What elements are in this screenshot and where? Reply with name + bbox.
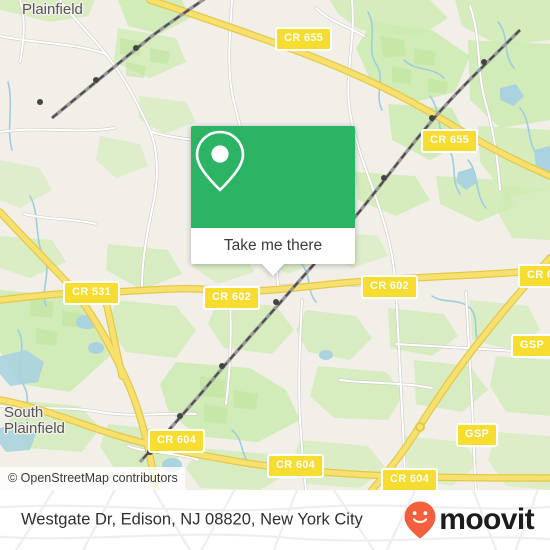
road-shield-cr602-east: CR 602 [361,275,419,299]
place-label-plainfield: Plainfield [22,1,83,18]
take-me-there-button[interactable]: Take me there [191,228,355,264]
road-shield-gsp-lower: GSP [456,423,499,447]
attribution-label: © OpenStreetMap contributors [8,471,178,485]
road-shield-cr60-edge: CR 60 [518,264,550,288]
take-me-there-label: Take me there [223,237,323,254]
place-label-south-plainfield: South Plainfield [4,404,65,437]
moovit-pin-smiley-icon [404,501,436,539]
moovit-map-screen: Plainfield South Plainfield CR 655 CR 65… [0,0,550,550]
road-shield-gsp-upper: GSP [511,334,550,358]
popup-pointer [262,264,284,276]
road-shield-cr604-center: CR 604 [267,454,325,478]
moovit-wordmark: moovit [439,503,534,536]
road-shield-cr602-west: CR 602 [203,286,261,310]
popup-pin-panel [191,126,355,228]
map-pin-icon [195,130,245,192]
map-attribution[interactable]: © OpenStreetMap contributors [0,467,185,490]
road-shield-cr604-east: CR 604 [381,468,439,490]
road-shield-cr655-north: CR 655 [275,27,333,51]
bottom-info-bar: Westgate Dr, Edison, NJ 08820, New York … [0,490,550,550]
location-popup[interactable]: Take me there [191,126,355,276]
map-canvas[interactable]: Plainfield South Plainfield CR 655 CR 65… [0,0,550,490]
road-shield-cr531: CR 531 [63,281,121,305]
moovit-logo[interactable]: moovit [403,500,535,540]
road-shield-cr604-west: CR 604 [148,429,206,453]
road-shield-cr655-east: CR 655 [421,129,479,153]
address-text: Westgate Dr, Edison, NJ 08820, New York … [21,510,363,529]
